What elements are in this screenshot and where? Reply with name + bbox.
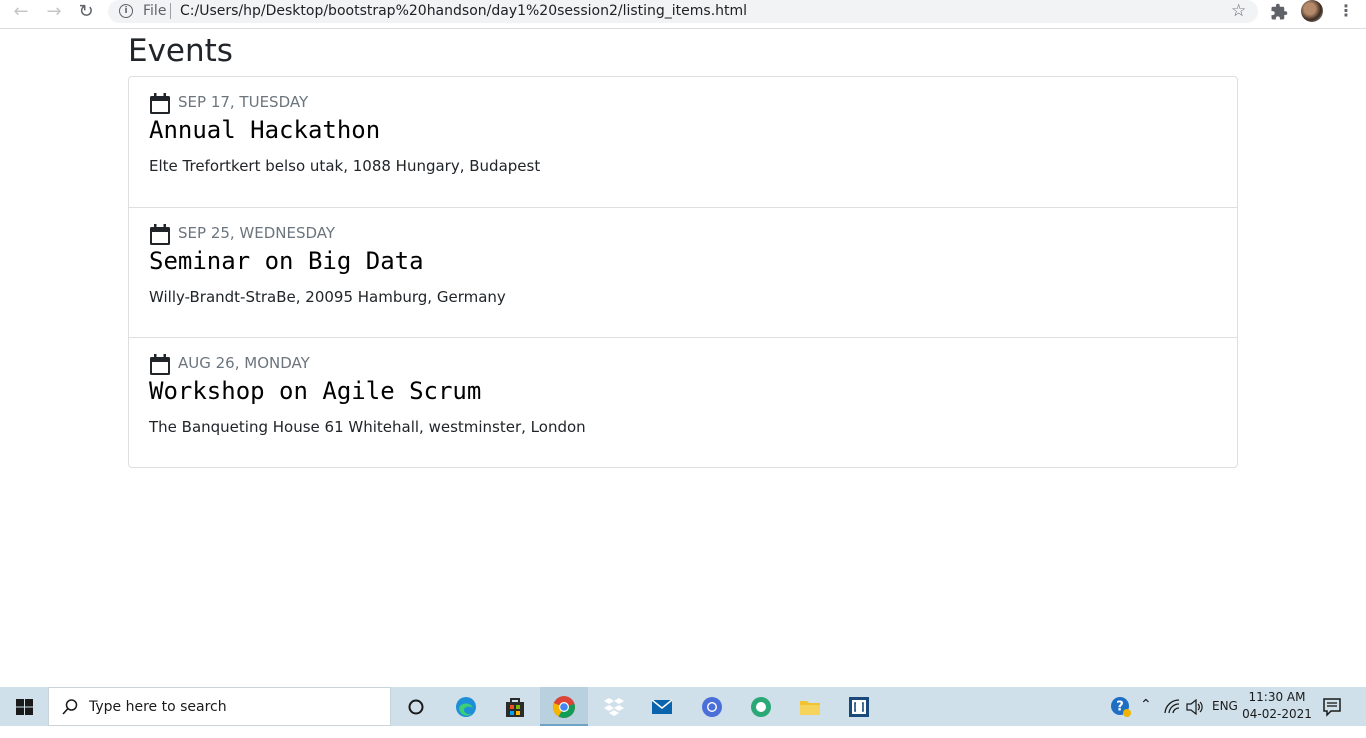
chevron-up-icon[interactable]: ⌃ — [1140, 697, 1152, 736]
taskbar-app-dropbox[interactable] — [590, 687, 638, 726]
clock-time: 11:30 AM — [1248, 690, 1306, 704]
event-list-item[interactable]: AUG 26, MONDAY Workshop on Agile Scrum T… — [129, 337, 1237, 467]
page-title: Events — [128, 33, 233, 69]
taskbar-app-code-editor[interactable] — [835, 687, 883, 726]
taskbar-app-chrome-alt[interactable] — [688, 687, 736, 726]
extensions-puzzle-icon[interactable] — [1270, 3, 1288, 21]
calendar-icon — [150, 354, 170, 375]
edge-dev-icon — [751, 697, 771, 717]
code-editor-icon — [849, 697, 869, 717]
search-placeholder: Type here to search — [89, 699, 227, 715]
event-location: Willy-Brandt-StraBe, 20095 Hamburg, Germ… — [149, 288, 506, 306]
taskbar-app-edge[interactable] — [442, 687, 490, 726]
language-indicator[interactable]: ENG — [1212, 699, 1238, 738]
start-button[interactable] — [0, 687, 48, 726]
reload-icon[interactable]: ↻ — [74, 2, 98, 22]
store-icon — [506, 698, 524, 717]
volume-icon[interactable] — [1186, 699, 1204, 715]
url-separator — [170, 3, 171, 19]
more-menu-icon[interactable]: ⋮ — [1338, 1, 1354, 20]
chrome-alt-icon — [702, 697, 722, 717]
search-icon — [62, 699, 78, 715]
event-list: SEP 17, TUESDAY Annual Hackathon Elte Tr… — [128, 76, 1238, 468]
event-list-item[interactable]: SEP 25, WEDNESDAY Seminar on Big Data Wi… — [129, 207, 1237, 337]
system-clock[interactable]: 11:30 AM 04-02-2021 — [1240, 689, 1314, 723]
scheme-label: File — [143, 3, 167, 19]
task-view-button[interactable] — [392, 687, 440, 726]
bookmark-star-icon[interactable]: ☆ — [1231, 1, 1246, 21]
wifi-icon[interactable] — [1164, 699, 1180, 715]
taskbar-app-chrome[interactable] — [540, 687, 588, 726]
help-icon[interactable]: ? — [1110, 696, 1132, 718]
event-location: The Banqueting House 61 Whitehall, westm… — [149, 418, 586, 436]
info-icon[interactable]: i — [119, 4, 133, 18]
taskbar: Type here to search ? ⌃ ENG 11:30 AM 04-… — [0, 687, 1366, 726]
taskbar-app-edge-dev[interactable] — [737, 687, 785, 726]
address-bar[interactable]: i File C:/Users/hp/Desktop/bootstrap%20h… — [108, 0, 1258, 23]
notification-center-icon[interactable] — [1322, 697, 1342, 717]
windows-logo-icon — [16, 699, 33, 715]
profile-avatar[interactable] — [1301, 0, 1323, 22]
edge-icon — [456, 697, 476, 717]
forward-arrow-icon[interactable]: → — [42, 2, 66, 22]
event-location: Elte Trefortkert belso utak, 1088 Hungar… — [149, 157, 541, 175]
event-name: Seminar on Big Data — [149, 247, 424, 275]
mail-icon — [651, 699, 673, 714]
clock-date: 04-02-2021 — [1242, 707, 1312, 721]
taskbar-app-mail[interactable] — [638, 687, 686, 726]
dropbox-icon — [604, 698, 624, 716]
event-date: AUG 26, MONDAY — [178, 354, 310, 372]
browser-toolbar: ← → ↻ i File C:/Users/hp/Desktop/bootstr… — [0, 0, 1366, 29]
taskbar-app-store[interactable] — [491, 687, 539, 726]
calendar-icon — [150, 93, 170, 114]
event-name: Workshop on Agile Scrum — [149, 377, 482, 405]
file-explorer-icon — [800, 701, 820, 715]
event-list-item[interactable]: SEP 17, TUESDAY Annual Hackathon Elte Tr… — [129, 77, 1237, 207]
event-date: SEP 17, TUESDAY — [178, 93, 309, 111]
svg-text:?: ? — [1116, 700, 1124, 715]
taskbar-app-file-explorer[interactable] — [786, 687, 834, 726]
chrome-icon — [552, 696, 575, 718]
taskbar-search-input[interactable]: Type here to search — [48, 687, 391, 726]
back-arrow-icon[interactable]: ← — [9, 2, 33, 22]
event-name: Annual Hackathon — [149, 116, 381, 144]
cortana-icon — [408, 699, 424, 715]
event-date: SEP 25, WEDNESDAY — [178, 224, 336, 242]
calendar-icon — [150, 224, 170, 245]
url-text[interactable]: C:/Users/hp/Desktop/bootstrap%20handson/… — [180, 3, 747, 19]
